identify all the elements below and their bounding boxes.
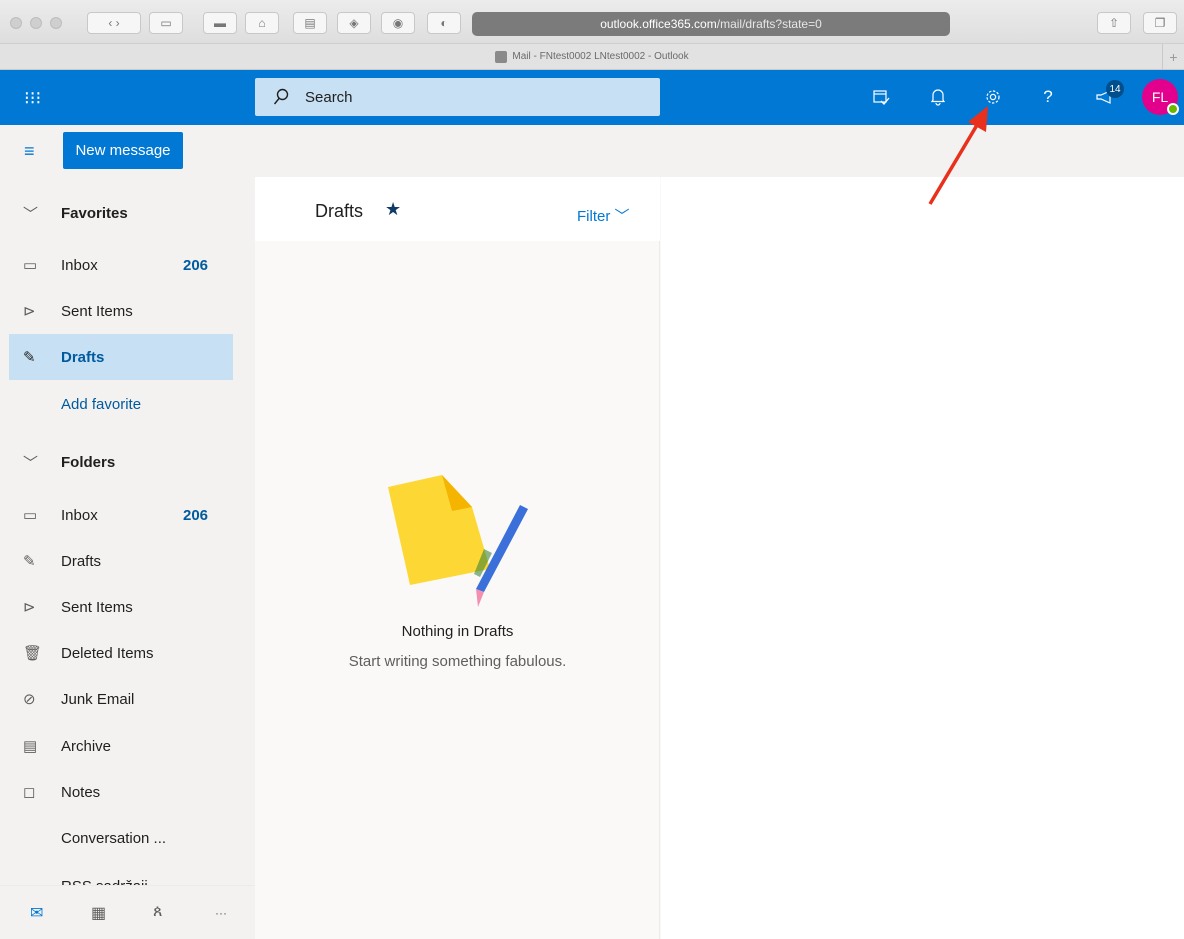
send-icon: ⊳	[23, 599, 36, 616]
sidebar-toggle-icon[interactable]: ▭	[149, 12, 183, 34]
module-switcher: ✉ ▦ ጰ ···	[0, 885, 255, 939]
url-domain: outlook.office365.com	[600, 17, 717, 31]
nav-item-label: Notes	[61, 783, 101, 801]
nav-item-label: Drafts	[61, 552, 102, 570]
folder-item-junk[interactable]: ⊘ Junk Email	[9, 676, 233, 722]
app-launcher-icon[interactable]: ⁝⁝⁝	[24, 88, 44, 108]
outlook-favicon-icon	[495, 50, 508, 63]
archive-icon: ▤	[23, 738, 38, 755]
folder-item-drafts[interactable]: ✎ Drafts	[9, 538, 233, 584]
folders-label: Folders	[61, 453, 116, 471]
note-icon: ◻	[23, 784, 36, 801]
tab-title[interactable]: Mail - FNtest0002 LNtest0002 - Outlook	[512, 51, 688, 62]
inbox-icon: ▭	[23, 507, 38, 524]
pencil-icon: ✎	[23, 553, 36, 570]
my-day-icon[interactable]	[869, 85, 893, 109]
folder-item-deleted[interactable]: 🗑 Deleted Items	[9, 630, 233, 676]
nav-item-label: Inbox	[61, 506, 98, 524]
unread-count: 206	[183, 506, 209, 524]
pencil-icon: ✎	[23, 349, 36, 366]
favorite-item-inbox[interactable]: ▭ Inbox 206	[9, 242, 233, 288]
address-bar[interactable]: outlook.office365.com/mail/drafts?state=…	[472, 12, 950, 36]
chevron-down-icon[interactable]: ﹀	[9, 203, 61, 224]
tabs-icon[interactable]: ❐	[1143, 12, 1177, 34]
folder-item-archive[interactable]: ▤ Archive	[9, 723, 233, 769]
print-icon[interactable]: ▤	[293, 12, 327, 34]
command-bar: ≡ New message	[0, 125, 1184, 177]
folder-item-conversation[interactable]: Conversation ...	[9, 815, 233, 861]
chevron-down-icon: ﹀	[614, 208, 630, 225]
inbox-icon: ▭	[23, 257, 38, 274]
nav-item-label: Drafts	[61, 348, 105, 366]
window-zoom-button[interactable]	[50, 17, 62, 29]
shield-icon[interactable]: ◐	[427, 12, 461, 34]
help-icon[interactable]: ?	[1036, 85, 1060, 109]
trash-icon: 🗑	[23, 645, 43, 662]
folder-item-inbox[interactable]: ▭ Inbox 206	[9, 492, 233, 538]
notification-badge: 14	[1106, 80, 1124, 98]
suite-header: ⁝⁝⁝ Search ? 14 FL	[0, 70, 1184, 125]
empty-state-subtitle: Start writing something fabulous.	[348, 653, 567, 670]
home-icon[interactable]: ⌂	[245, 12, 279, 34]
send-icon: ⊳	[23, 303, 36, 320]
annotation-arrow	[928, 106, 988, 205]
message-list-header: Drafts ★ Filter ﹀	[255, 177, 660, 241]
share-icon[interactable]: ⇧	[1097, 12, 1131, 34]
unread-count: 206	[183, 256, 209, 274]
nav-item-label: Sent Items	[61, 598, 133, 616]
nav-item-label: Sent Items	[61, 302, 133, 320]
nav-item-label: Inbox	[61, 256, 98, 274]
add-favorite-label: Add favorite	[61, 395, 142, 413]
new-message-button[interactable]: New message	[63, 132, 183, 169]
people-icon[interactable]: ጰ	[153, 903, 163, 921]
folder-item-notes[interactable]: ◻ Notes	[9, 769, 233, 815]
favorites-header[interactable]: ﹀ Favorites	[9, 190, 233, 236]
folder-item-sent[interactable]: ⊳ Sent Items	[9, 584, 233, 630]
hamburger-menu-icon[interactable]: ≡	[24, 141, 46, 161]
new-tab-button[interactable]: +	[1162, 44, 1184, 70]
mail-icon[interactable]: ✉	[30, 903, 43, 923]
presence-status-icon	[1167, 103, 1179, 115]
chevron-down-icon[interactable]: ﹀	[9, 452, 61, 473]
nav-item-label: Junk Email	[61, 690, 135, 708]
search-icon	[273, 88, 289, 106]
nav-item-label: Archive	[61, 737, 112, 755]
add-favorite-link[interactable]: Add favorite	[9, 381, 233, 427]
extension-icon[interactable]: ◈	[337, 12, 371, 34]
folder-title: Drafts	[315, 201, 364, 221]
message-list: Drafts ★ Filter ﹀ Nothing in Drafts Star…	[255, 177, 660, 939]
calendar-icon[interactable]: ▦	[91, 903, 106, 923]
favorite-item-sent[interactable]: ⊳ Sent Items	[9, 288, 233, 334]
empty-state-title: Nothing in Drafts	[401, 623, 514, 640]
back-forward-buttons[interactable]: ‹ ›	[87, 12, 141, 34]
block-icon: ⊘	[23, 691, 36, 708]
nav-item-label: Conversation ...	[61, 829, 167, 847]
star-icon[interactable]: ★	[385, 199, 401, 220]
search-input[interactable]: Search	[255, 78, 660, 116]
tab-bar: Mail - FNtest0002 LNtest0002 - Outlook +	[0, 44, 1184, 70]
folders-header[interactable]: ﹀ Folders	[9, 439, 233, 485]
favorites-label: Favorites	[61, 204, 128, 222]
reading-pane	[661, 177, 1184, 939]
empty-drafts-illustration	[388, 475, 528, 607]
filter-button[interactable]: Filter ﹀	[577, 205, 630, 226]
window-close-button[interactable]	[10, 17, 22, 29]
window-minimize-button[interactable]	[30, 17, 42, 29]
extension-icon[interactable]: ◉	[381, 12, 415, 34]
nav-item-label: Deleted Items	[61, 644, 154, 662]
more-icon[interactable]: ···	[215, 906, 227, 920]
browser-toolbar: ‹ › ▭ ▬ ⌂ ▤ ◈ ◉ ◐ outlook.office365.com /…	[0, 0, 1184, 44]
bookmark-icon[interactable]: ▬	[203, 12, 237, 34]
filter-label: Filter	[577, 208, 611, 225]
url-path: /mail/drafts?state=0	[716, 17, 822, 31]
favorite-item-drafts[interactable]: ✎ Drafts	[9, 334, 233, 380]
search-placeholder: Search	[305, 88, 353, 106]
folder-pane: ﹀ Favorites ▭ Inbox 206 ⊳ Sent Items ✎ D…	[0, 177, 255, 939]
